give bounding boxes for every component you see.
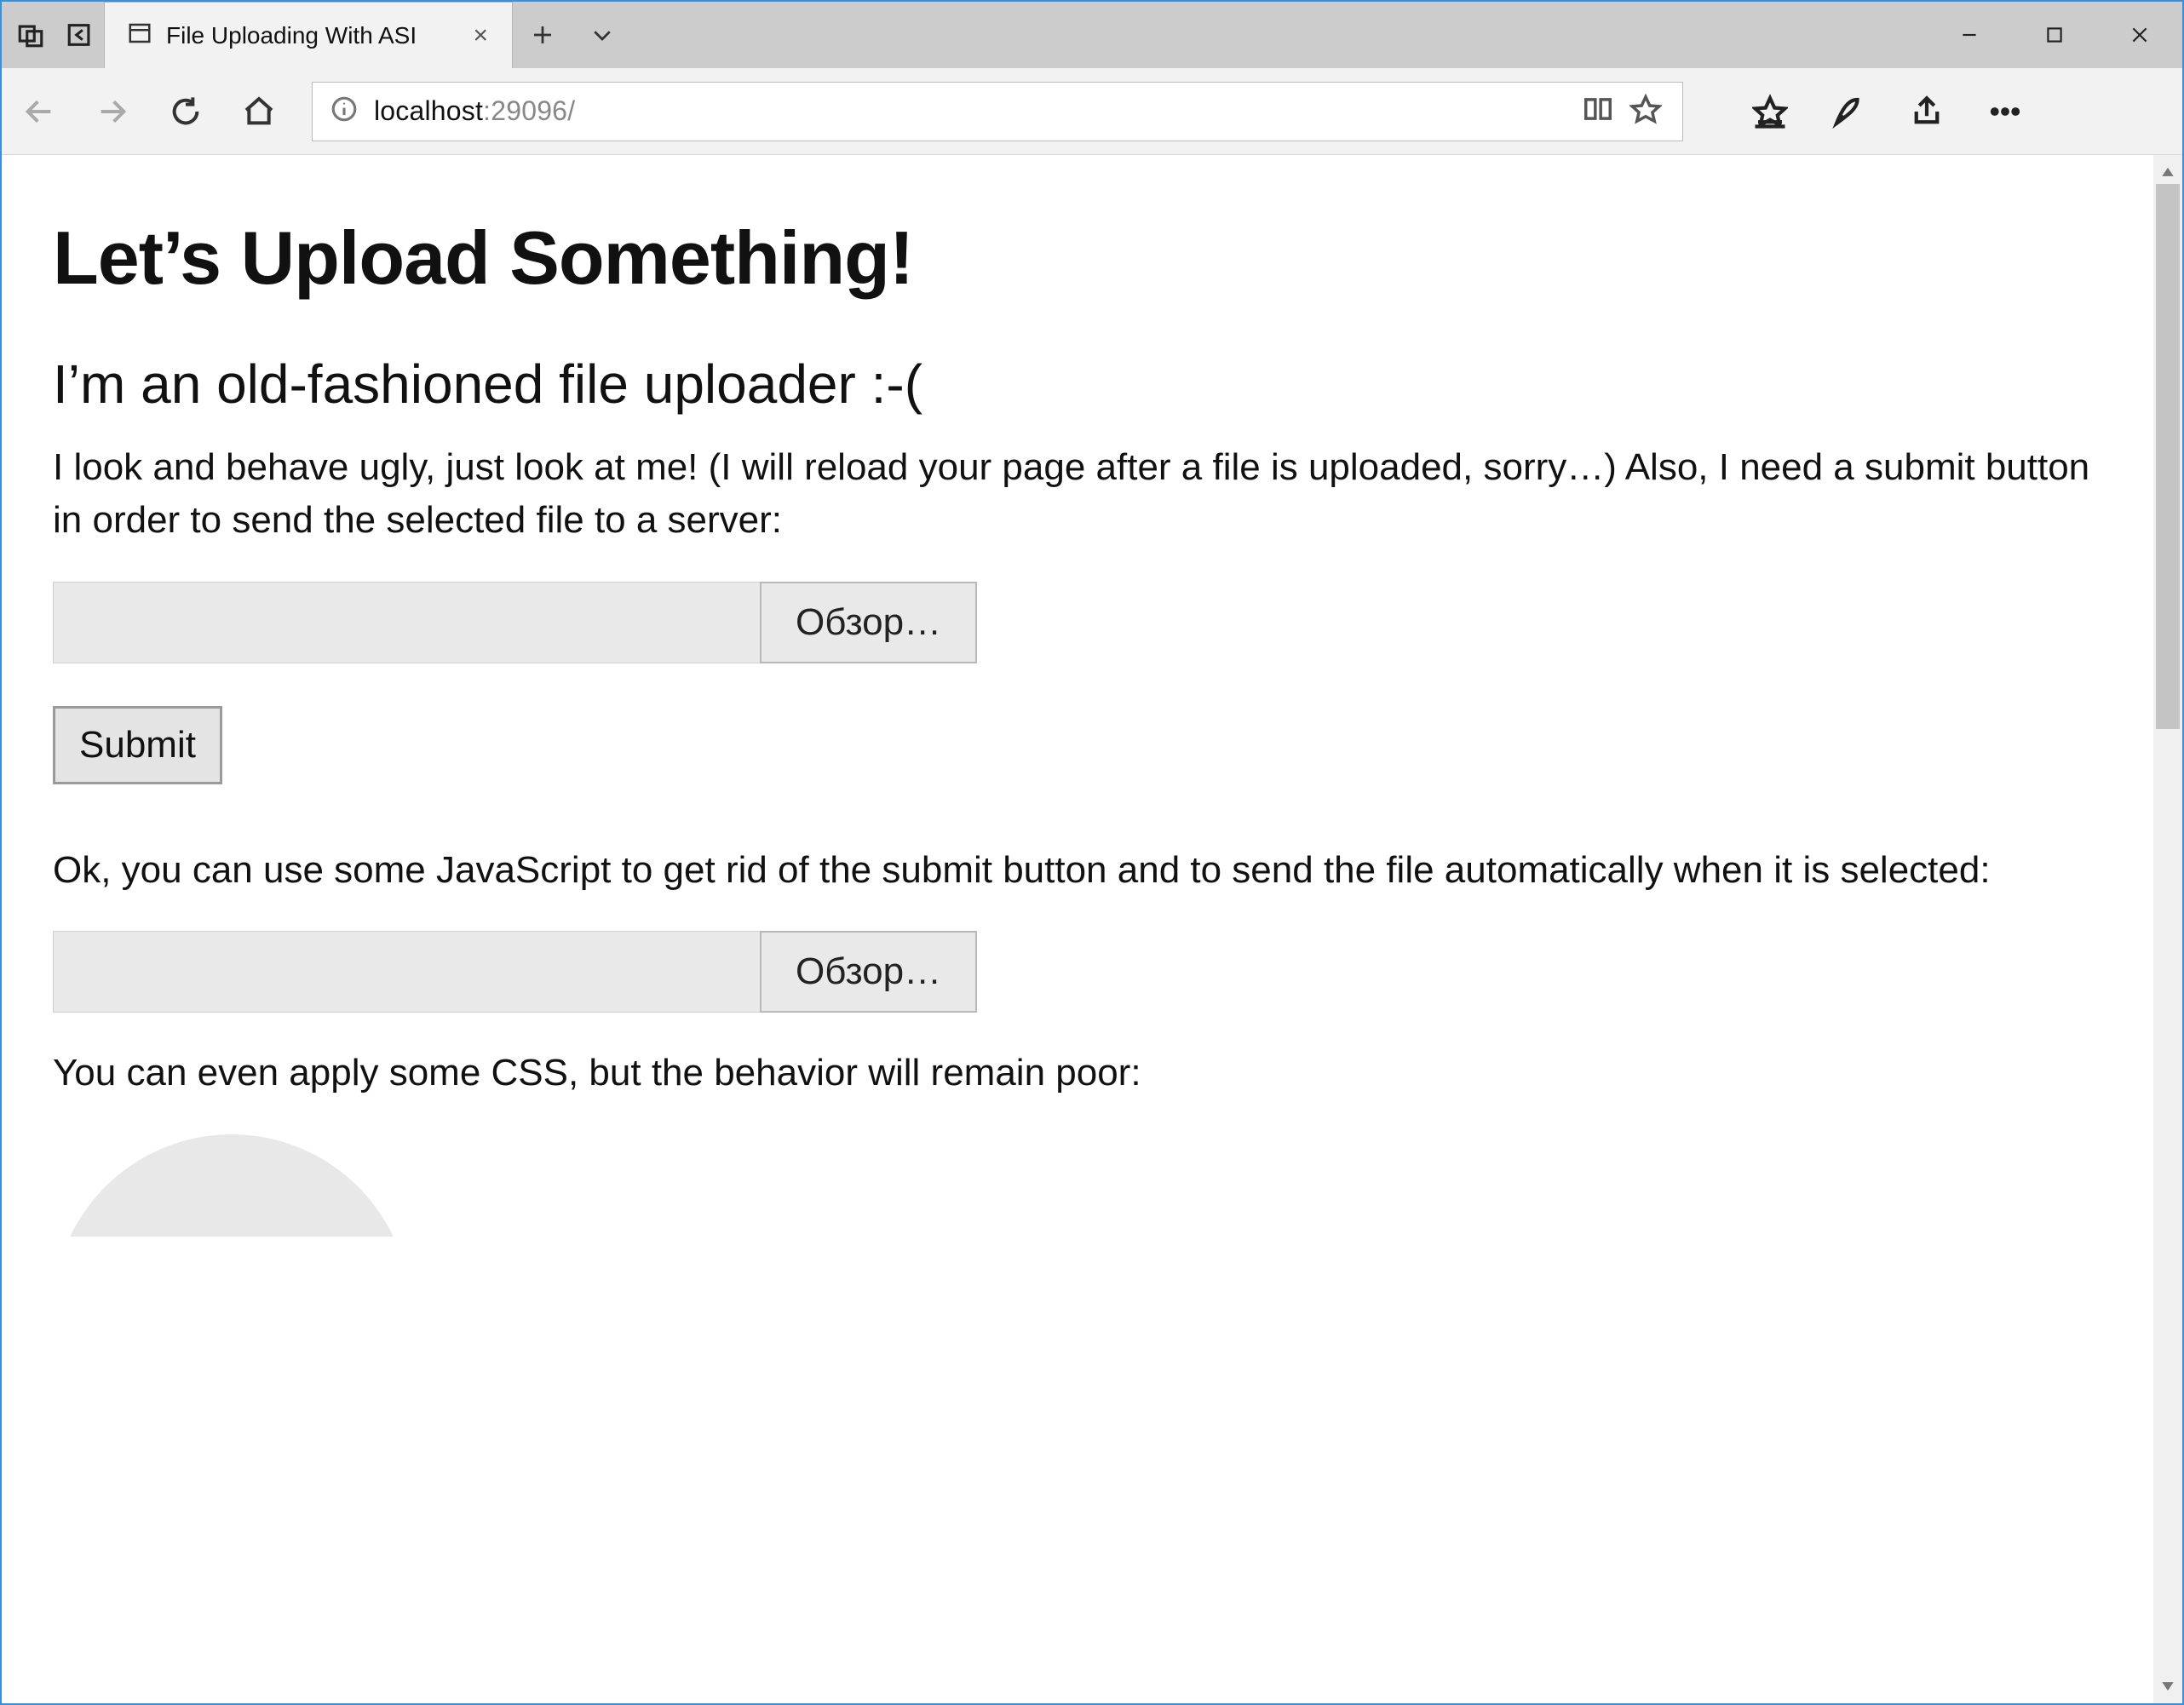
titlebar-left [2,2,97,68]
minimize-button[interactable] [1927,2,2012,68]
file-name-field-2[interactable] [53,931,760,1013]
more-menu-icon[interactable] [1985,91,2026,132]
toolbar: localhost:29096/ [2,68,2182,155]
browse-button-2[interactable]: Обзор… [760,931,977,1013]
site-info-icon[interactable] [330,95,359,128]
tab-title: File Uploading With ASI [166,22,454,49]
file-input-row-2: Обзор… [53,931,2102,1013]
maximize-button[interactable] [2012,2,2097,68]
viewport: Let’s Upload Something! I’m an old-fashi… [2,155,2182,1703]
scroll-track[interactable] [2153,184,2182,1674]
address-bar[interactable]: localhost:29096/ [312,82,1683,141]
reading-view-icon[interactable] [1582,93,1614,129]
tab-strip-actions [513,2,632,68]
browser-window: File Uploading With ASI × [0,0,2184,1705]
page-subtitle: I’m an old-fashioned file uploader :-( [53,353,2102,416]
browser-tab[interactable]: File Uploading With ASI × [104,2,513,68]
set-aside-tabs-icon[interactable] [63,18,97,52]
refresh-button[interactable] [165,91,206,132]
scroll-down-arrow[interactable] [2153,1674,2182,1698]
home-button[interactable] [239,91,279,132]
vertical-scrollbar[interactable] [2153,155,2182,1703]
url-port: :29096 [483,95,567,126]
back-button[interactable] [19,91,60,132]
notes-icon[interactable] [1828,91,1869,132]
scroll-up-arrow[interactable] [2153,160,2182,184]
close-tab-icon[interactable]: × [468,21,493,50]
browse-button-1[interactable]: Обзор… [760,582,977,663]
styled-uploader-preview [53,1134,411,1237]
url-text: localhost:29096/ [374,95,575,127]
toolbar-right [1750,91,2026,132]
submit-button[interactable]: Submit [53,706,222,784]
url-host: localhost [374,95,483,126]
favorite-star-icon[interactable] [1629,93,1662,129]
url-path: / [567,95,575,126]
titlebar: File Uploading With ASI × [2,2,2182,68]
scroll-thumb[interactable] [2156,184,2180,729]
favorites-hub-icon[interactable] [1750,91,1790,132]
new-tab-button[interactable] [513,2,572,68]
tab-actions-icon[interactable] [14,18,48,52]
paragraph-3: You can even apply some CSS, but the beh… [53,1047,2097,1099]
file-name-field[interactable] [53,582,760,663]
page-title: Let’s Upload Something! [53,215,2102,301]
tab-preview-button[interactable] [572,2,632,68]
close-window-button[interactable] [2097,2,2182,68]
file-input-row-1: Обзор… [53,582,2102,663]
page-content: Let’s Upload Something! I’m an old-fashi… [2,155,2153,1703]
forward-button[interactable] [92,91,133,132]
window-controls [1927,2,2182,68]
paragraph-1: I look and behave ugly, just look at me!… [53,441,2097,548]
share-icon[interactable] [1906,91,1947,132]
page-icon [127,20,152,50]
paragraph-2: Ok, you can use some JavaScript to get r… [53,844,2097,897]
